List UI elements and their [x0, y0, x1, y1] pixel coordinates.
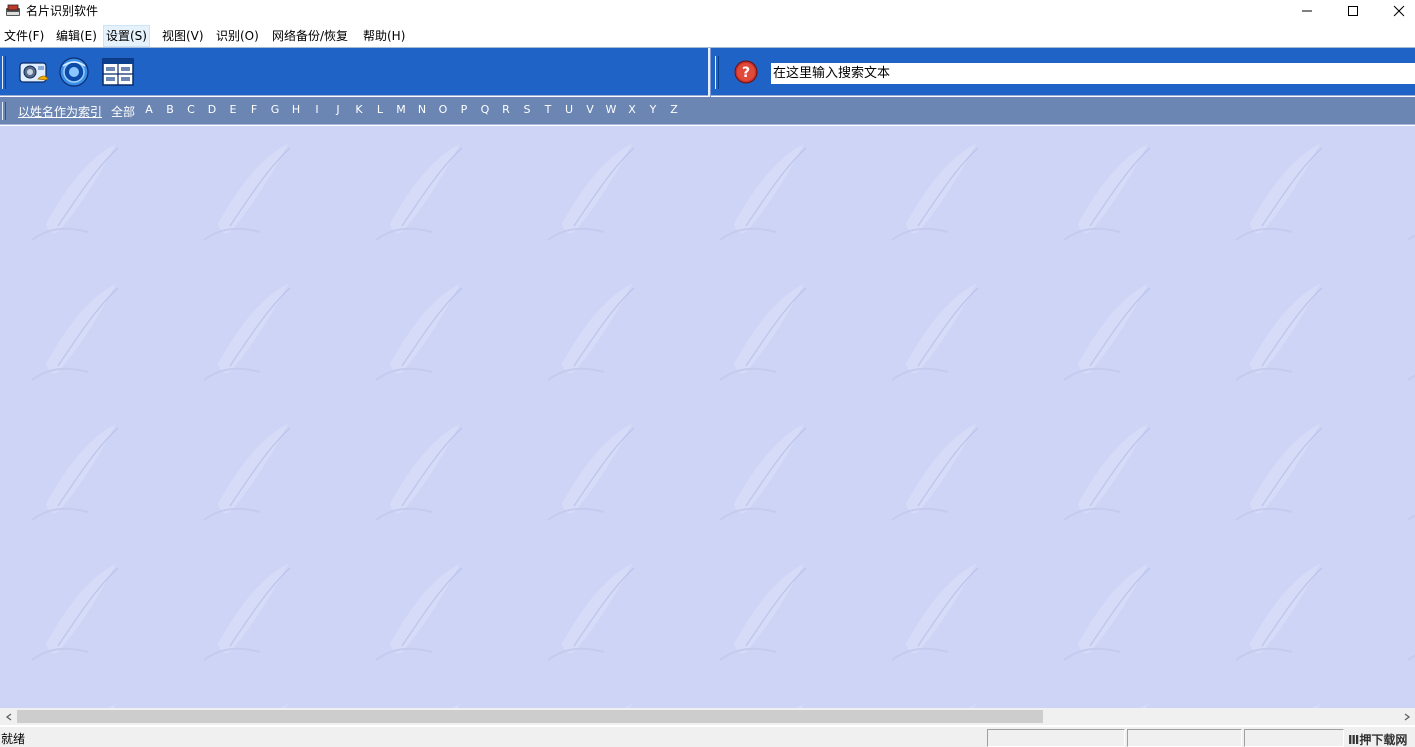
camera-lens-button[interactable]: [57, 56, 91, 88]
index-letter-f[interactable]: F: [247, 103, 261, 116]
card-list-area[interactable]: [0, 126, 1415, 708]
card-layout-icon: [102, 58, 134, 86]
index-letter-y[interactable]: Y: [646, 103, 660, 116]
search-grip[interactable]: [715, 56, 719, 89]
index-letter-v[interactable]: V: [583, 103, 597, 116]
index-letter-u[interactable]: U: [562, 103, 576, 116]
index-letter-o[interactable]: O: [436, 103, 450, 116]
chevron-right-icon: [1404, 712, 1410, 721]
index-letter-i[interactable]: I: [310, 103, 324, 116]
camera-lens-icon: [59, 57, 89, 87]
help-icon[interactable]: ?: [734, 60, 758, 84]
menu-network-backup[interactable]: 网络备份/恢复: [270, 26, 350, 46]
minimize-button[interactable]: [1284, 0, 1330, 22]
svg-text:?: ?: [742, 65, 750, 81]
index-grip[interactable]: [2, 102, 6, 120]
index-letter-r[interactable]: R: [499, 103, 513, 116]
menu-file[interactable]: 文件(F): [2, 26, 46, 46]
menu-edit[interactable]: 编辑(E): [54, 26, 99, 46]
scan-card-button[interactable]: [17, 56, 51, 88]
card-layout-button[interactable]: [101, 56, 135, 88]
toolbar-separator: [708, 48, 711, 97]
index-all-button[interactable]: 全部: [111, 103, 135, 120]
index-letter-h[interactable]: H: [289, 103, 303, 116]
index-letter-a[interactable]: A: [142, 103, 156, 116]
watermark: Ⅲ押下载网: [1348, 733, 1408, 747]
search-input[interactable]: [771, 63, 1415, 84]
index-letter-j[interactable]: J: [331, 103, 345, 116]
index-letter-w[interactable]: W: [604, 103, 618, 116]
scroll-left-button[interactable]: [0, 708, 17, 725]
scan-card-icon: [19, 62, 49, 83]
status-text: 就绪: [1, 732, 26, 746]
index-letter-q[interactable]: Q: [478, 103, 492, 116]
index-letter-k[interactable]: K: [352, 103, 366, 116]
horizontal-scrollbar[interactable]: [0, 708, 1415, 725]
toolbar-grip[interactable]: [2, 56, 6, 89]
index-letter-d[interactable]: D: [205, 103, 219, 116]
menu-settings[interactable]: 设置(S): [103, 25, 150, 47]
index-letter-s[interactable]: S: [520, 103, 534, 116]
status-pane-3: [1244, 729, 1344, 747]
toolbar: ?: [0, 47, 1415, 97]
index-letter-g[interactable]: G: [268, 103, 282, 116]
index-letter-l[interactable]: L: [373, 103, 387, 116]
status-bar: 就绪: [0, 727, 1415, 747]
index-letter-p[interactable]: P: [457, 103, 471, 116]
chevron-left-icon: [5, 712, 11, 721]
close-icon: [1393, 5, 1405, 17]
index-letter-z[interactable]: Z: [667, 103, 681, 116]
menu-view[interactable]: 视图(V): [160, 26, 206, 46]
scroll-thumb[interactable]: [17, 710, 1043, 723]
menu-bar: 文件(F) 编辑(E) 设置(S) 视图(V) 识别(O) 网络备份/恢复 帮助…: [0, 24, 1415, 47]
maximize-button[interactable]: [1330, 0, 1376, 22]
index-letter-m[interactable]: M: [394, 103, 408, 116]
background-pattern: [0, 126, 1415, 708]
title-bar: 名片识别软件: [0, 0, 1415, 22]
index-letter-b[interactable]: B: [163, 103, 177, 116]
index-bar: 以姓名作为索引 全部 ABCDEFGHIJKLMNOPQRSTUVWXYZ: [0, 97, 1415, 125]
menu-help[interactable]: 帮助(H): [361, 26, 407, 46]
app-icon: [5, 3, 21, 18]
window-title: 名片识别软件: [26, 4, 99, 18]
status-pane-2: [1127, 729, 1242, 747]
index-letter-c[interactable]: C: [184, 103, 198, 116]
scroll-right-button[interactable]: [1398, 708, 1415, 725]
index-by-name-link[interactable]: 以姓名作为索引: [18, 103, 102, 120]
index-letter-n[interactable]: N: [415, 103, 429, 116]
index-letter-t[interactable]: T: [541, 103, 555, 116]
minimize-icon: [1302, 10, 1312, 12]
close-button[interactable]: [1376, 0, 1415, 22]
index-letter-e[interactable]: E: [226, 103, 240, 116]
maximize-icon: [1348, 6, 1358, 16]
menu-recognize[interactable]: 识别(O): [214, 26, 261, 46]
status-pane-1: [987, 729, 1125, 747]
index-letter-x[interactable]: X: [625, 103, 639, 116]
